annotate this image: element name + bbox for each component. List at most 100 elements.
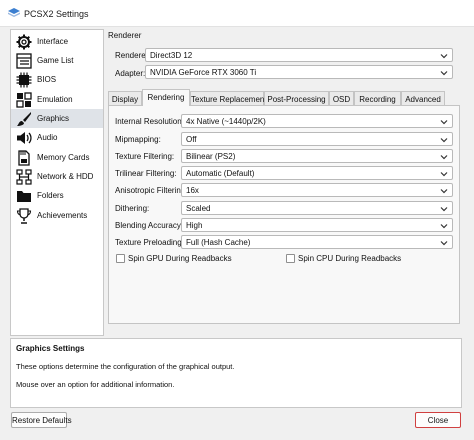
blending-accuracy-label: Blending Accuracy: (115, 221, 184, 230)
tab-label: Advanced (405, 95, 441, 104)
blending-accuracy-value: High (186, 221, 203, 230)
mipmapping-label: Mipmapping: (115, 135, 161, 144)
spin-gpu-checkbox[interactable]: Spin GPU During Readbacks (116, 254, 236, 264)
sidebar-item-label: BIOS (37, 75, 57, 84)
texture-preloading-value: Full (Hash Cache) (186, 238, 251, 247)
game-list-icon (16, 53, 32, 69)
gear-icon (16, 34, 32, 50)
trilinear-filtering-select[interactable]: Automatic (Default) (181, 166, 453, 180)
tab-post-processing[interactable]: Post-Processing (264, 91, 329, 105)
chevron-down-icon (440, 138, 448, 143)
sidebar-item-folders[interactable]: Folders (11, 186, 103, 205)
adapter-label: Adapter: (115, 69, 146, 78)
sidebar-item-label: Network & HDD (37, 172, 94, 181)
restore-defaults-label: Restore Defaults (12, 416, 72, 425)
bios-chip-icon (16, 72, 32, 88)
sidebar-item-label: Game List (37, 56, 74, 65)
checkbox-box[interactable] (116, 254, 125, 263)
sidebar-item-label: Folders (37, 191, 64, 200)
texture-preloading-select[interactable]: Full (Hash Cache) (181, 235, 453, 249)
sidebar-item-bios[interactable]: BIOS (11, 70, 103, 89)
chevron-down-icon (440, 207, 448, 212)
sidebar-item-label: Memory Cards (37, 153, 90, 162)
mipmapping-value: Off (186, 135, 197, 144)
sidebar-item-audio[interactable]: Audio (11, 128, 103, 147)
sidebar-item-memory-cards[interactable]: Memory Cards (11, 148, 103, 167)
memory-card-icon (18, 150, 30, 166)
sidebar-item-game-list[interactable]: Game List (11, 51, 103, 70)
tab-display[interactable]: Display (108, 91, 142, 105)
mipmapping-select[interactable]: Off (181, 132, 453, 146)
description-hint: Mouse over an option for additional info… (16, 380, 175, 389)
chevron-down-icon (440, 241, 448, 246)
restore-defaults-button[interactable]: Restore Defaults (11, 412, 72, 428)
sidebar-item-label: Emulation (37, 95, 73, 104)
description-text: These options determine the configuratio… (16, 362, 235, 371)
sidebar-item-label: Interface (37, 37, 69, 46)
tab-label: Post-Processing (267, 95, 326, 104)
tab-label: OSD (332, 95, 351, 104)
chevron-down-icon (440, 189, 448, 194)
internal-resolution-select[interactable]: 4x Native (~1440p/2K) (181, 114, 453, 128)
anisotropic-filtering-label: Anisotropic Filtering: (115, 186, 188, 195)
internal-resolution-value: 4x Native (~1440p/2K) (186, 117, 266, 126)
texture-filtering-label: Texture Filtering: (115, 152, 175, 161)
adapter-select-value: NVIDIA GeForce RTX 3060 Ti (150, 68, 257, 77)
blending-accuracy-select[interactable]: High (181, 218, 453, 232)
dithering-select[interactable]: Scaled (181, 201, 453, 215)
network-icon (16, 169, 32, 185)
adapter-select[interactable]: NVIDIA GeForce RTX 3060 Ti (145, 65, 453, 79)
tab-rendering[interactable]: Rendering (142, 89, 190, 106)
checkbox-box[interactable] (286, 254, 295, 263)
dithering-label: Dithering: (115, 204, 150, 213)
spin-cpu-label: Spin CPU During Readbacks (298, 254, 402, 263)
close-button[interactable]: Close (415, 412, 461, 428)
texture-filtering-value: Bilinear (PS2) (186, 152, 236, 161)
chevron-down-icon (440, 224, 448, 229)
spin-gpu-label: Spin GPU During Readbacks (128, 254, 232, 263)
chevron-down-icon (440, 54, 448, 59)
renderer-select[interactable]: Direct3D 12 (145, 48, 453, 62)
sidebar-item-interface[interactable]: Interface (11, 32, 103, 51)
trilinear-filtering-label: Trilinear Filtering: (115, 169, 177, 178)
sidebar-item-achievements[interactable]: Achievements (11, 206, 103, 225)
settings-sidebar: Interface Game List BIOS Emulation Graph… (10, 29, 104, 336)
chevron-down-icon (440, 155, 448, 160)
tab-label: Rendering (147, 93, 185, 102)
sidebar-item-graphics[interactable]: Graphics (11, 109, 103, 128)
sidebar-item-network-hdd[interactable]: Network & HDD (11, 167, 103, 186)
sidebar-item-label: Achievements (37, 211, 88, 220)
folder-icon (17, 191, 31, 202)
tab-label: Recording (359, 95, 396, 104)
emulation-grid-icon (16, 92, 32, 108)
tab-advanced[interactable]: Advanced (401, 91, 445, 105)
renderer-section-header: Renderer (108, 31, 142, 40)
sidebar-item-emulation[interactable]: Emulation (11, 90, 103, 109)
trilinear-filtering-value: Automatic (Default) (186, 169, 255, 178)
tab-recording[interactable]: Recording (354, 91, 401, 105)
renderer-select-value: Direct3D 12 (150, 51, 193, 60)
pcsx2-logo-icon (8, 8, 20, 17)
anisotropic-filtering-value: 16x (186, 186, 199, 195)
texture-filtering-select[interactable]: Bilinear (PS2) (181, 149, 453, 163)
tab-texture-replacement[interactable]: Texture Replacement (190, 91, 267, 105)
close-label: Close (427, 416, 449, 425)
dithering-value: Scaled (186, 204, 211, 213)
tab-label: Texture Replacement (191, 95, 267, 104)
sidebar-item-label: Audio (37, 133, 58, 142)
chevron-down-icon (440, 71, 448, 76)
chevron-down-icon (440, 120, 448, 125)
chevron-down-icon (440, 172, 448, 177)
anisotropic-filtering-select[interactable]: 16x (181, 183, 453, 197)
trophy-icon (16, 208, 32, 224)
sidebar-item-label: Graphics (37, 114, 70, 123)
tab-label: Display (111, 95, 139, 104)
brush-icon (17, 112, 31, 126)
window-title: PCSX2 Settings (24, 9, 89, 19)
tab-osd[interactable]: OSD (329, 91, 354, 105)
spin-cpu-checkbox[interactable]: Spin CPU During Readbacks (286, 254, 406, 264)
texture-preloading-label: Texture Preloading: (115, 238, 184, 247)
description-title: Graphics Settings (16, 344, 85, 353)
internal-resolution-label: Internal Resolution: (115, 117, 184, 126)
speaker-icon (17, 132, 32, 144)
